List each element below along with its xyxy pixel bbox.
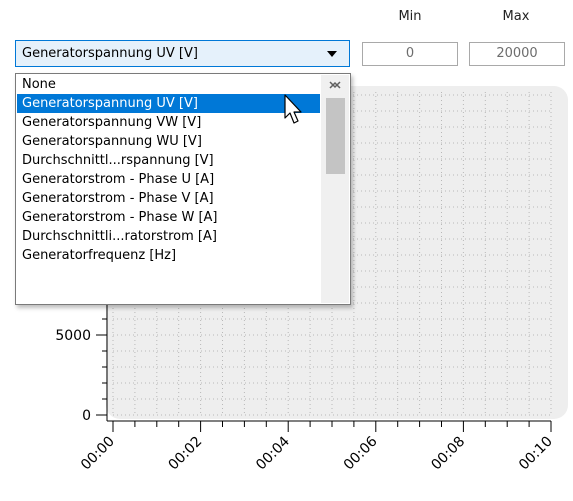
dropdown-option[interactable]: Generatorspannung UV [V]: [17, 94, 320, 113]
chevron-down-icon[interactable]: [321, 75, 349, 95]
dropdown-option[interactable]: Generatorstrom - Phase V [A]: [17, 189, 320, 208]
dropdown-option[interactable]: None: [17, 75, 320, 94]
x-tick-label: 00:04: [253, 433, 293, 473]
dropdown-option[interactable]: Generatorstrom - Phase W [A]: [17, 208, 320, 227]
dropdown-option[interactable]: Durchschnittl...rspannung [V]: [17, 151, 320, 170]
y-tick-label: 0: [82, 408, 91, 424]
x-tick-label: 00:08: [428, 434, 468, 474]
dropdown-option[interactable]: Generatorfrequenz [Hz]: [17, 246, 320, 265]
y-tick-label: 5000: [55, 328, 91, 344]
dropdown-option[interactable]: Generatorstrom - Phase U [A]: [17, 170, 320, 189]
scrollbar-thumb[interactable]: [326, 98, 345, 174]
dropdown-option[interactable]: Generatorspannung VW [V]: [17, 113, 320, 132]
dropdown-option[interactable]: Durchschnittli...ratorstrom [A]: [17, 227, 320, 246]
x-tick-label: 00:06: [341, 433, 381, 473]
mouse-pointer-icon: [284, 94, 302, 124]
dropdown-option[interactable]: Generatorspannung WU [V]: [17, 132, 320, 151]
dropdown-scrollbar[interactable]: [321, 75, 349, 303]
x-tick-label: 00:10: [516, 434, 556, 474]
x-tick-label: 00:00: [78, 434, 118, 474]
x-tick-label: 00:02: [166, 434, 206, 474]
